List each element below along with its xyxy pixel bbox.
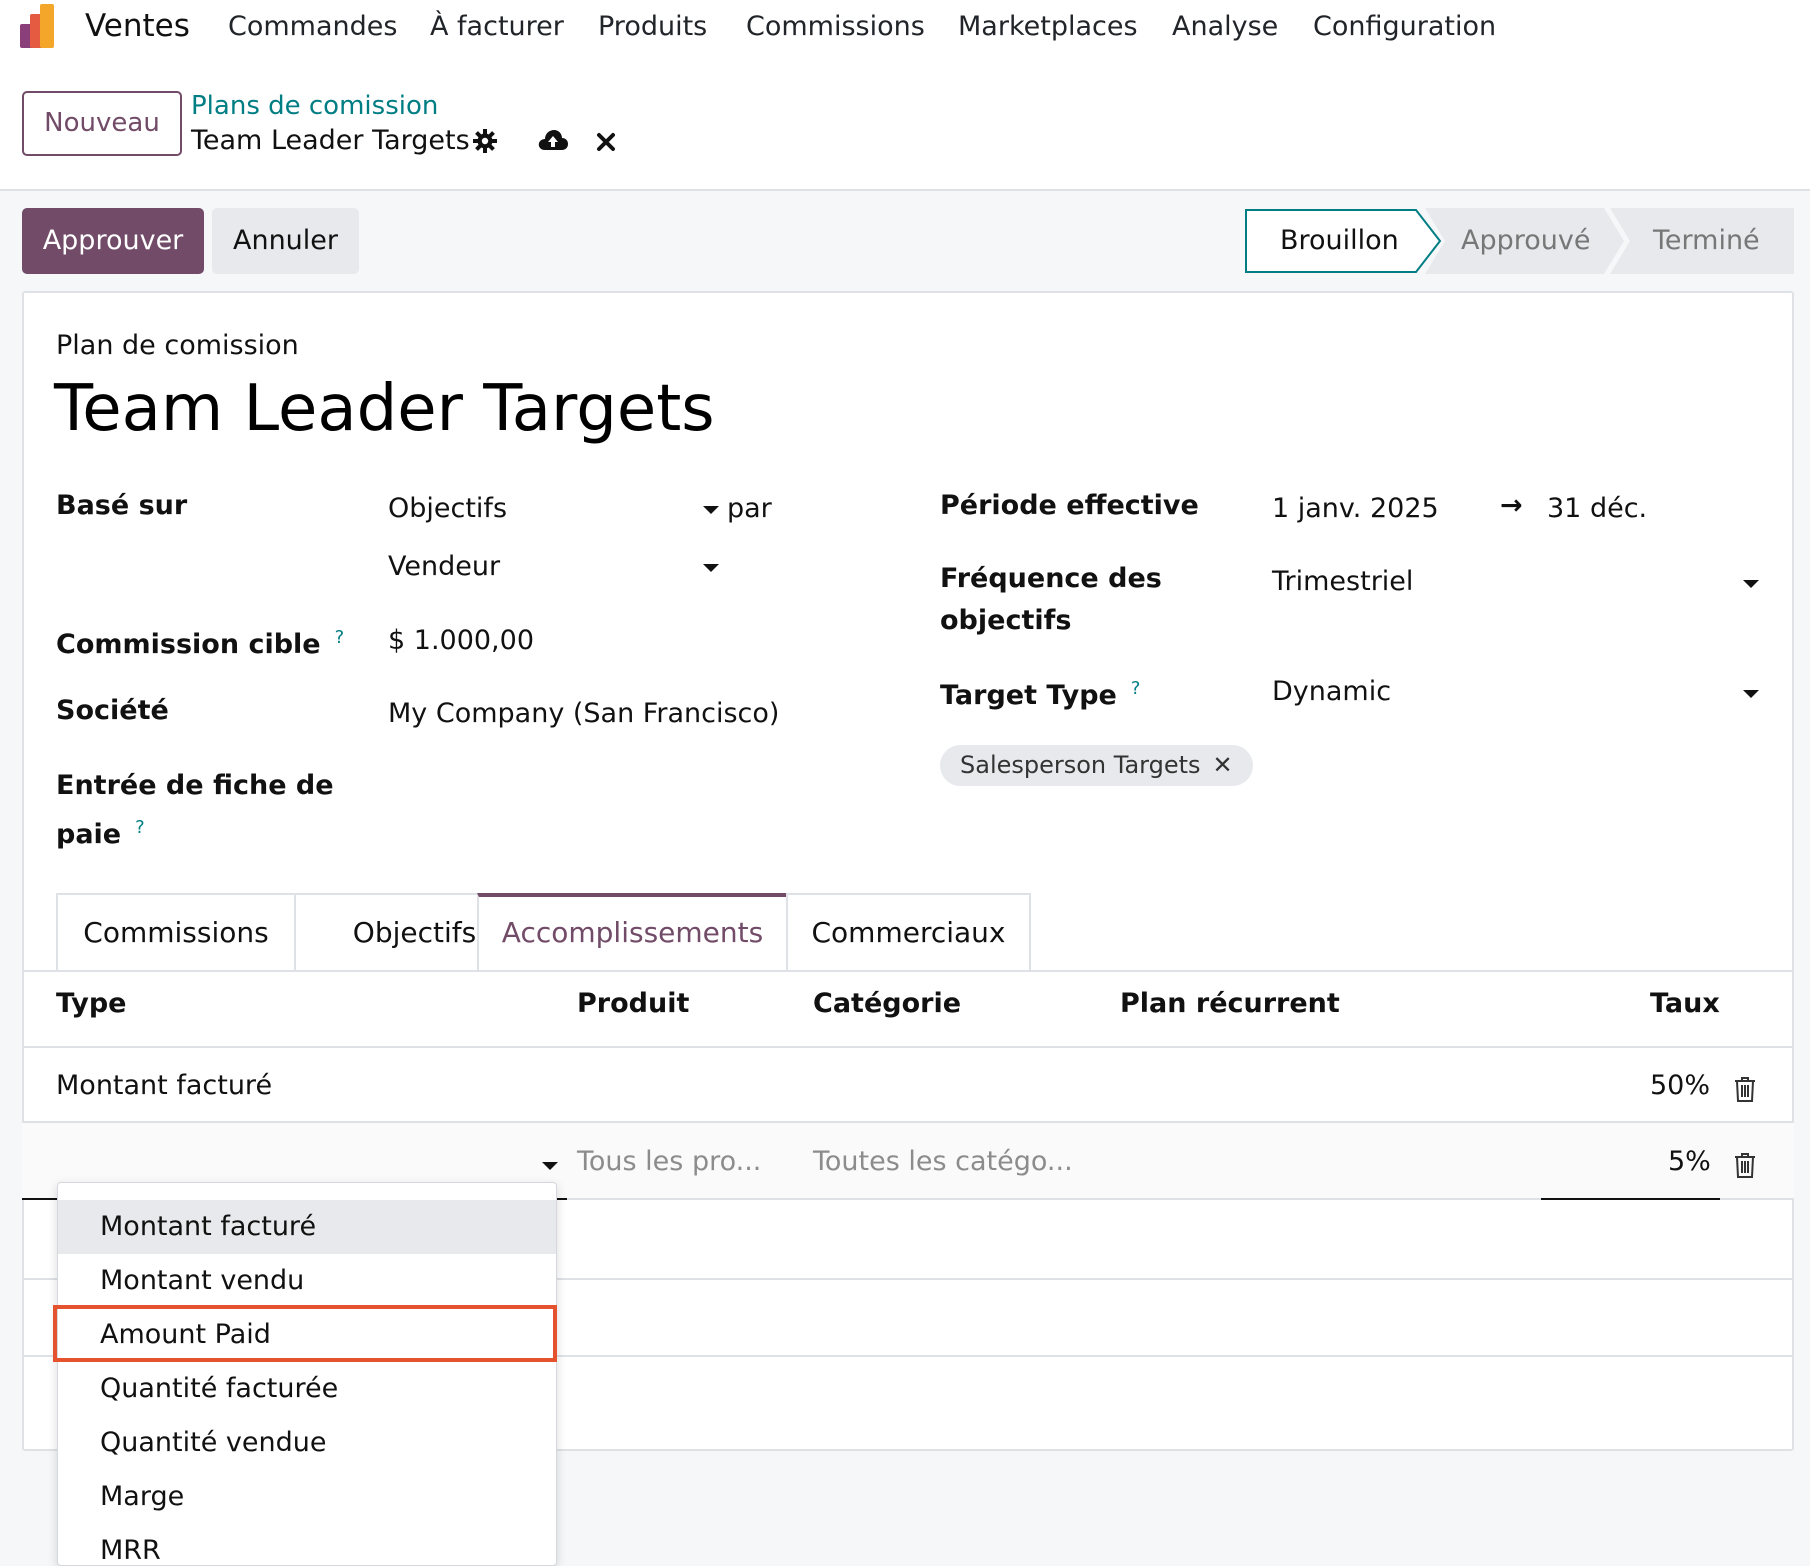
payslip-label-line2: paie	[56, 819, 122, 850]
menu-configuration[interactable]: Configuration	[1313, 11, 1496, 42]
based-on-caret-icon[interactable]	[703, 506, 719, 514]
target-commission-field[interactable]: $ 1.000,00	[388, 625, 534, 656]
row-divider	[1720, 1198, 1794, 1200]
app-name[interactable]: Ventes	[85, 8, 190, 44]
option-quantite-vendue[interactable]: Quantité vendue	[58, 1416, 556, 1470]
approve-button[interactable]: Approuver	[22, 208, 204, 274]
payslip-label: paie?	[56, 807, 145, 856]
tab-accomplissements[interactable]: Accomplissements	[477, 893, 788, 971]
cancel-button[interactable]: Annuler	[212, 208, 359, 274]
target-commission-label: Commission cible?	[56, 617, 344, 666]
menu-commandes[interactable]: Commandes	[228, 11, 397, 42]
column-taux[interactable]: Taux	[1650, 988, 1720, 1019]
remove-tag-icon[interactable]: ✕	[1213, 751, 1233, 779]
type-caret-icon[interactable]	[542, 1162, 558, 1170]
column-type[interactable]: Type	[56, 988, 126, 1019]
based-on-select[interactable]: Objectifs	[388, 493, 507, 524]
breadcrumb-current: Team Leader Targets	[191, 125, 470, 156]
tabs-divider	[22, 970, 1794, 972]
discard-close-icon[interactable]	[596, 132, 616, 152]
rate-field[interactable]: 5%	[1668, 1146, 1711, 1177]
period-end-field[interactable]: 31 déc.	[1547, 493, 1647, 524]
row-rate[interactable]: 50%	[1650, 1070, 1710, 1101]
plan-name-field[interactable]: Team Leader Targets	[54, 372, 715, 446]
trash-icon[interactable]	[1734, 1076, 1756, 1102]
menu-a-facturer[interactable]: À facturer	[430, 11, 564, 42]
tab-commerciaux[interactable]: Commerciaux	[786, 893, 1031, 971]
target-tag[interactable]: Salesperson Targets ✕	[940, 745, 1253, 786]
row-divider	[567, 1198, 1541, 1200]
gear-icon[interactable]	[473, 129, 497, 153]
rate-field-underline	[1541, 1198, 1720, 1200]
target-commission-label-text: Commission cible	[56, 629, 321, 660]
target-type-caret-icon[interactable]	[1743, 690, 1759, 698]
option-montant-vendu[interactable]: Montant vendu	[58, 1254, 556, 1308]
payslip-label-line1: Entrée de fiche de	[56, 770, 334, 801]
based-on-label: Basé sur	[56, 490, 188, 521]
frequency-label-line2: objectifs	[940, 605, 1072, 636]
period-label: Période effective	[940, 490, 1199, 521]
frequency-label-line1: Fréquence des	[940, 563, 1162, 594]
company-field[interactable]: My Company (San Francisco)	[388, 698, 779, 729]
option-marge[interactable]: Marge	[58, 1470, 556, 1524]
column-plan-recurrent[interactable]: Plan récurrent	[1120, 988, 1340, 1019]
help-icon[interactable]: ?	[1131, 678, 1141, 699]
stage-termine[interactable]: Terminé	[1653, 225, 1760, 256]
column-categorie[interactable]: Catégorie	[813, 988, 961, 1019]
new-button[interactable]: Nouveau	[22, 91, 182, 156]
menu-analyse[interactable]: Analyse	[1172, 11, 1278, 42]
option-amount-paid[interactable]: Amount Paid	[58, 1308, 556, 1362]
help-icon[interactable]: ?	[135, 817, 145, 838]
target-type-select[interactable]: Dynamic	[1272, 676, 1391, 707]
top-navbar: Ventes Commandes À facturer Produits Com…	[0, 0, 1810, 60]
breadcrumb-parent[interactable]: Plans de comission	[191, 91, 438, 121]
tab-commissions[interactable]: Commissions	[56, 893, 296, 971]
menu-commissions[interactable]: Commissions	[746, 11, 925, 42]
header-divider	[22, 1046, 1794, 1048]
period-start-field[interactable]: 1 janv. 2025	[1272, 493, 1439, 524]
form-subtitle: Plan de comission	[56, 330, 299, 361]
status-bar: Brouillon Approuvé Terminé	[1244, 208, 1794, 274]
sales-app-icon[interactable]	[20, 4, 66, 50]
trash-icon[interactable]	[1734, 1152, 1756, 1178]
tag-label: Salesperson Targets	[960, 751, 1201, 779]
stage-brouillon[interactable]: Brouillon	[1280, 225, 1399, 256]
company-label: Société	[56, 695, 169, 726]
menu-marketplaces[interactable]: Marketplaces	[958, 11, 1138, 42]
product-field[interactable]: Tous les pro...	[577, 1146, 761, 1177]
type-dropdown-menu: Montant facturé Montant vendu Amount Pai…	[57, 1182, 557, 1566]
target-type-label: Target Type?	[940, 668, 1140, 717]
stage-approuve[interactable]: Approuvé	[1461, 225, 1590, 256]
column-produit[interactable]: Produit	[577, 988, 689, 1019]
by-select[interactable]: Vendeur	[388, 551, 500, 582]
cloud-upload-icon[interactable]	[538, 128, 568, 152]
option-mrr[interactable]: MRR	[58, 1524, 556, 1566]
target-type-label-text: Target Type	[940, 680, 1117, 711]
row-type[interactable]: Montant facturé	[56, 1070, 272, 1101]
by-caret-icon[interactable]	[703, 564, 719, 572]
frequency-select[interactable]: Trimestriel	[1272, 566, 1413, 597]
by-text: par	[727, 493, 772, 524]
option-quantite-facturee[interactable]: Quantité facturée	[58, 1362, 556, 1416]
option-montant-facture[interactable]: Montant facturé	[58, 1200, 556, 1254]
arrow-right-icon: →	[1500, 490, 1523, 521]
menu-produits[interactable]: Produits	[598, 11, 707, 42]
frequency-caret-icon[interactable]	[1743, 580, 1759, 588]
category-field[interactable]: Toutes les catégo...	[813, 1146, 1073, 1177]
help-icon[interactable]: ?	[335, 627, 345, 648]
